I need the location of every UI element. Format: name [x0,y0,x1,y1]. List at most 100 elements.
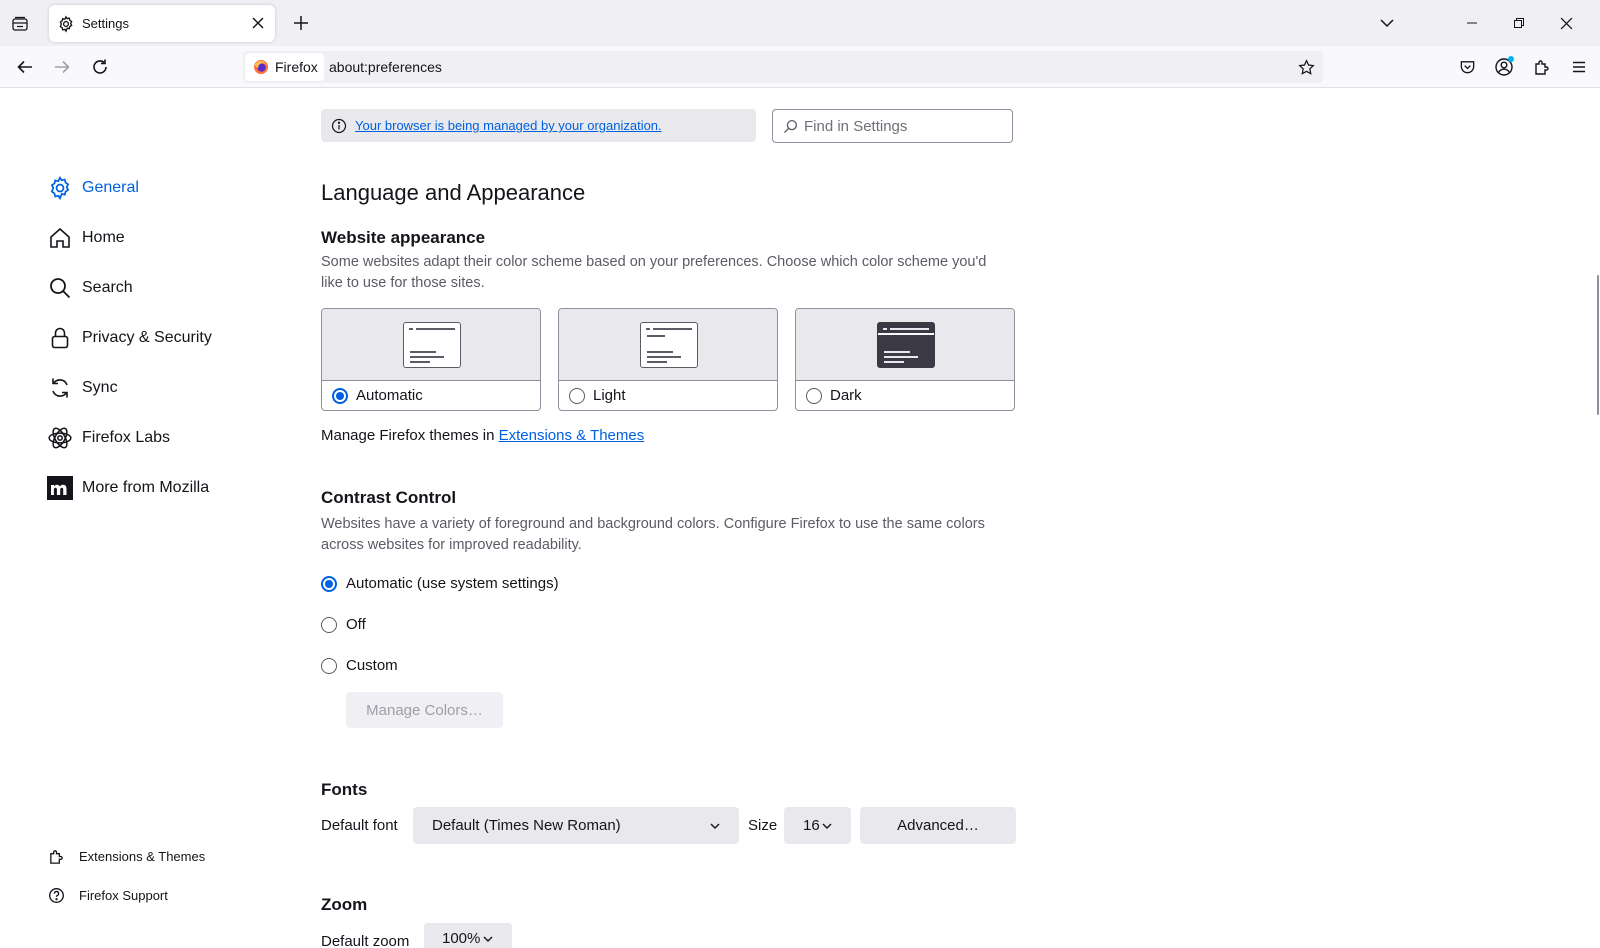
minimize-button[interactable] [1461,12,1483,34]
sidebar-item-sync[interactable]: Sync [46,373,118,403]
website-appearance-heading: Website appearance [321,228,486,247]
contrast-control-description: Websites have a variety of foreground an… [321,516,985,553]
gear-icon [59,15,73,33]
appearance-option-light[interactable]: Light [558,308,778,411]
contrast-option-custom[interactable]: Custom [321,657,398,674]
atom-icon [46,424,74,452]
radio-dark[interactable] [806,387,822,404]
sidebar-item-firefox-labs[interactable]: Firefox Labs [46,423,170,453]
default-zoom-select[interactable]: 100% [424,923,512,948]
radio-automatic[interactable] [332,387,348,404]
contrast-option-label: Off [346,616,366,633]
contrast-option-automatic[interactable]: Automatic (use system settings) [321,575,559,592]
notification-dot [1508,56,1514,62]
back-button[interactable] [12,54,38,80]
contrast-option-label: Custom [346,657,398,674]
restore-button[interactable] [1508,12,1530,34]
search-icon [46,274,74,302]
close-window-button[interactable] [1555,12,1577,34]
identity-label: Firefox [275,59,318,75]
sidebar-item-more-from-mozilla[interactable]: More from Mozilla [46,473,209,503]
page-scrollbar[interactable] [1597,275,1599,415]
star-icon [1297,58,1315,75]
appearance-preview [796,309,1014,381]
pocket-button[interactable] [1454,54,1480,80]
app-menu-button[interactable] [1566,54,1592,80]
font-size-select[interactable]: 16 [784,807,851,844]
appearance-radio-row[interactable]: Automatic [332,387,423,404]
default-zoom-label: Default zoom [321,933,410,948]
info-icon [331,118,347,133]
gear-icon [46,174,74,202]
account-button[interactable] [1491,54,1517,80]
search-input[interactable] [804,117,1004,135]
url-bar[interactable]: Firefox about:preferences [243,51,1323,83]
appearance-preview [322,309,540,381]
chevron-down-icon [483,936,493,942]
close-tab-button[interactable] [249,14,267,32]
sidebar-item-privacy[interactable]: Privacy & Security [46,323,212,353]
identity-box[interactable]: Firefox [245,53,324,81]
manage-colors-button[interactable]: Manage Colors… [346,692,503,728]
extensions-button[interactable] [1529,54,1555,80]
tab-list-icon [12,16,28,31]
font-size-value: 16 [803,817,820,834]
contrast-option-off[interactable]: Off [321,616,366,633]
sidebar-footer-label: Extensions & Themes [79,848,206,864]
manage-themes-text: Manage Firefox themes in Extensions & Th… [321,427,644,444]
radio-contrast-custom[interactable] [321,657,337,674]
minimize-icon [1467,22,1477,24]
bookmark-star-button[interactable] [1295,56,1317,78]
lock-icon [46,324,74,352]
tab-strip: Settings [0,0,1600,46]
website-appearance-description: Some websites adapt their color scheme b… [321,254,987,291]
sidebar-footer-label: Firefox Support [79,887,168,903]
extensions-themes-link[interactable]: Extensions & Themes [499,427,645,444]
new-tab-button[interactable] [290,12,312,34]
default-font-select[interactable]: Default (Times New Roman) [413,807,739,844]
page-title: Language and Appearance [321,180,586,205]
mozilla-m-icon [46,474,74,502]
sync-icon [46,374,74,402]
sidebar-item-label: More from Mozilla [82,479,210,496]
radio-light[interactable] [569,387,585,404]
firefox-logo-icon [254,60,268,74]
appearance-option-automatic[interactable]: Automatic [321,308,541,411]
appearance-option-dark[interactable]: Dark [795,308,1015,411]
dark-theme-thumbnail [877,322,935,368]
advanced-fonts-button[interactable]: Advanced… [860,807,1016,844]
fonts-heading: Fonts [321,780,368,799]
close-icon [1560,17,1572,29]
default-zoom-value: 100% [442,929,481,947]
sidebar-item-label: Privacy & Security [82,329,212,346]
sidebar-footer-extensions-themes[interactable]: Extensions & Themes [48,845,205,867]
automatic-theme-thumbnail [403,322,461,368]
contrast-option-label: Automatic (use system settings) [346,575,559,592]
pocket-icon [1460,60,1474,73]
close-icon [252,17,264,29]
sidebar-footer-firefox-support[interactable]: Firefox Support [48,884,168,906]
sidebar-item-general[interactable]: General [46,173,139,203]
chevron-down-icon [1380,19,1394,28]
policy-notice-link[interactable]: Your browser is being managed by your or… [355,118,662,133]
light-theme-thumbnail [640,322,698,368]
list-all-tabs-button[interactable] [1376,12,1398,34]
tab-settings[interactable]: Settings [49,5,275,42]
forward-button[interactable] [49,54,75,80]
contrast-control-heading: Contrast Control [321,488,457,507]
firefox-view-button[interactable] [8,12,32,36]
find-in-settings[interactable] [772,109,1013,143]
sidebar-item-home[interactable]: Home [46,223,125,253]
default-font-label: Default font [321,817,398,834]
url-text[interactable]: about:preferences [329,59,442,75]
reload-button[interactable] [87,54,113,80]
appearance-radio-row[interactable]: Light [569,387,626,404]
zoom-heading: Zoom [321,895,368,914]
radio-contrast-automatic[interactable] [321,575,337,592]
appearance-preview [559,309,777,381]
hamburger-menu-icon [1573,61,1585,73]
sidebar-item-search[interactable]: Search [46,273,133,303]
appearance-radio-row[interactable]: Dark [806,387,862,404]
radio-contrast-off[interactable] [321,616,337,633]
appearance-option-label: Automatic [356,387,423,404]
